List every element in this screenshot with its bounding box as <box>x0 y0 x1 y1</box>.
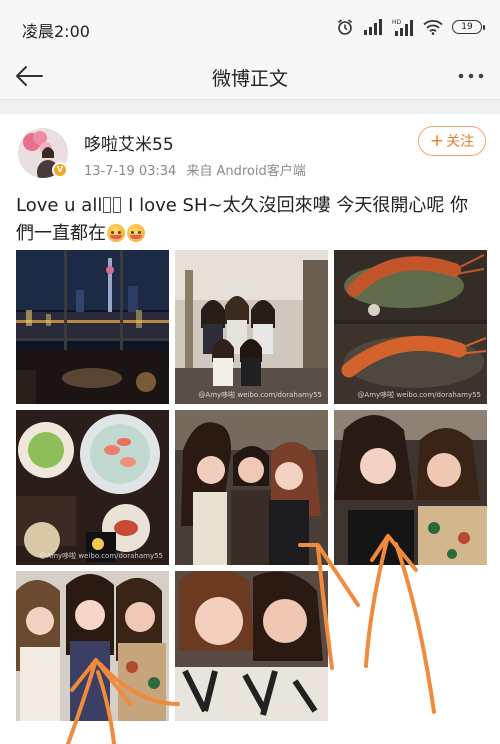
friends-selfie-group-photo[interactable] <box>175 410 328 565</box>
battery-icon: 19 <box>452 20 485 34</box>
post-text: Love u all I love SH~太久沒回來嘍 今天很開心呢 你們一直都… <box>16 192 486 248</box>
photo-watermark: @Amy哆啦 weibo.com/dorahamy55 <box>39 552 163 560</box>
unsupported-glyph-icon <box>113 197 122 213</box>
status-icons: HD 19 <box>336 16 485 38</box>
post-source: 来自 Android客户端 <box>186 164 306 179</box>
post-meta: 13-7-19 03:34 来自 Android客户端 <box>84 160 306 179</box>
signal-icon <box>363 19 383 35</box>
smiling-face-emoji-icon <box>107 224 125 242</box>
close-selfie-photo[interactable] <box>175 571 328 721</box>
post-author[interactable]: 哆啦艾米55 <box>84 130 174 155</box>
plus-icon: + <box>429 131 445 151</box>
hd-signal-icon: HD <box>392 18 414 36</box>
battery-level: 19 <box>461 22 473 32</box>
status-bar: 凌晨2:00 HD 19 <box>0 0 500 52</box>
status-time: 凌晨2:00 <box>22 22 90 41</box>
alarm-icon <box>336 18 354 36</box>
nav-header: 微博正文 <box>0 52 500 100</box>
svg-text:HD: HD <box>392 19 402 26</box>
night-view-photo[interactable] <box>16 250 169 404</box>
three-friends-photo[interactable] <box>16 571 169 721</box>
photo-watermark: @Amy哆啦 weibo.com/dorahamy55 <box>198 391 322 399</box>
lobster-dish-photo[interactable]: @Amy哆啦 weibo.com/dorahamy55 <box>334 250 487 404</box>
sashimi-dinner-photo[interactable]: @Amy哆啦 weibo.com/dorahamy55 <box>16 410 169 565</box>
verified-badge-icon: V <box>52 162 68 178</box>
follow-label: 关注 <box>446 134 475 150</box>
section-divider <box>0 100 500 114</box>
follow-button[interactable]: + 关注 <box>418 126 486 156</box>
more-icon[interactable] <box>456 62 486 90</box>
arrow-stroke <box>394 542 436 714</box>
page-title: 微博正文 <box>211 68 288 90</box>
unsupported-glyph-icon <box>103 197 112 213</box>
post-date: 13-7-19 03:34 <box>84 164 177 179</box>
group-photo-room[interactable]: @Amy哆啦 weibo.com/dorahamy55 <box>175 250 328 404</box>
two-friends-selfie-photo[interactable] <box>334 410 487 565</box>
post-text-part1: Love u all <box>16 195 103 216</box>
wifi-icon <box>423 19 443 35</box>
photo-watermark: @Amy哆啦 weibo.com/dorahamy55 <box>357 391 481 399</box>
smiling-face-emoji-icon <box>127 224 145 242</box>
